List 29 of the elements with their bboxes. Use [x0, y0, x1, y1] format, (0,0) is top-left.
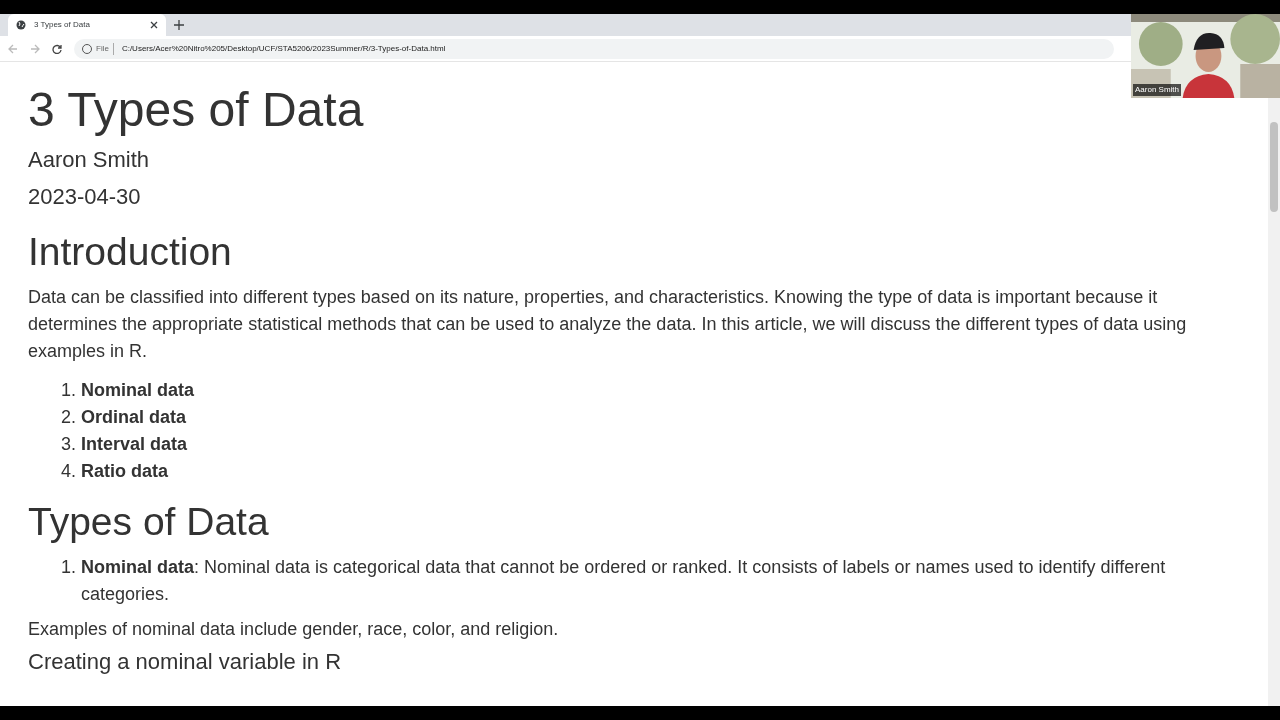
scheme-label: File — [96, 42, 114, 55]
paragraph: Examples of nominal data include gender, race, color, and religion. — [28, 617, 560, 641]
list-item: Nominal data: Nominal data is categorical data that cannot be ordered or ranked. It consists of labels or names used to identify different categories. — [81, 555, 1167, 606]
list-number: 1. — [60, 555, 77, 579]
scrollbar-thumb[interactable] — [1270, 122, 1278, 212]
subheading: Creating a nominal variable in R — [28, 648, 343, 675]
list-number: 4. — [60, 459, 77, 483]
browser-tab[interactable]: 3 Types of Data — [8, 14, 166, 36]
tab-title: 3 Types of Data — [34, 19, 91, 31]
section-heading: Types of Data — [28, 500, 270, 544]
list-item: Ratio data — [81, 459, 168, 483]
close-icon[interactable] — [150, 21, 158, 29]
document-title: 3 Types of Data — [28, 84, 364, 137]
list-number: 2. — [60, 405, 77, 429]
paragraph: Data can be classified into different types based on its nature, properties, and characteristics. Knowing the type of data is important because it determines the appropriate statistical methods that can be used to analyze the data. In this article, we will discuss the different types of data using examples in R. — [28, 285, 1188, 363]
globe-icon — [16, 20, 26, 30]
section-heading: Introduction — [28, 230, 233, 274]
address-bar[interactable]: File C:/Users/Acer%20Nitro%205/Desktop/UCF/STA5206/2023Summer/R/3-Types-of-Data.html — [74, 38, 1114, 59]
reload-icon[interactable] — [52, 43, 62, 54]
new-tab-icon[interactable] — [174, 20, 184, 30]
list-number: 3. — [60, 432, 77, 456]
participant-name: Aaron Smith — [1133, 84, 1182, 96]
date: 2023-04-30 — [28, 182, 142, 211]
author: Aaron Smith — [28, 145, 151, 174]
list-item: Nominal data — [81, 378, 195, 402]
list-number: 1. — [60, 378, 77, 402]
list-item: Interval data — [81, 432, 188, 456]
url-text: C:/Users/Acer%20Nitro%205/Desktop/UCF/STA5206/2023Summer/R/3-Types-of-Data.html — [121, 42, 446, 55]
list-item: Ordinal data — [81, 405, 187, 429]
